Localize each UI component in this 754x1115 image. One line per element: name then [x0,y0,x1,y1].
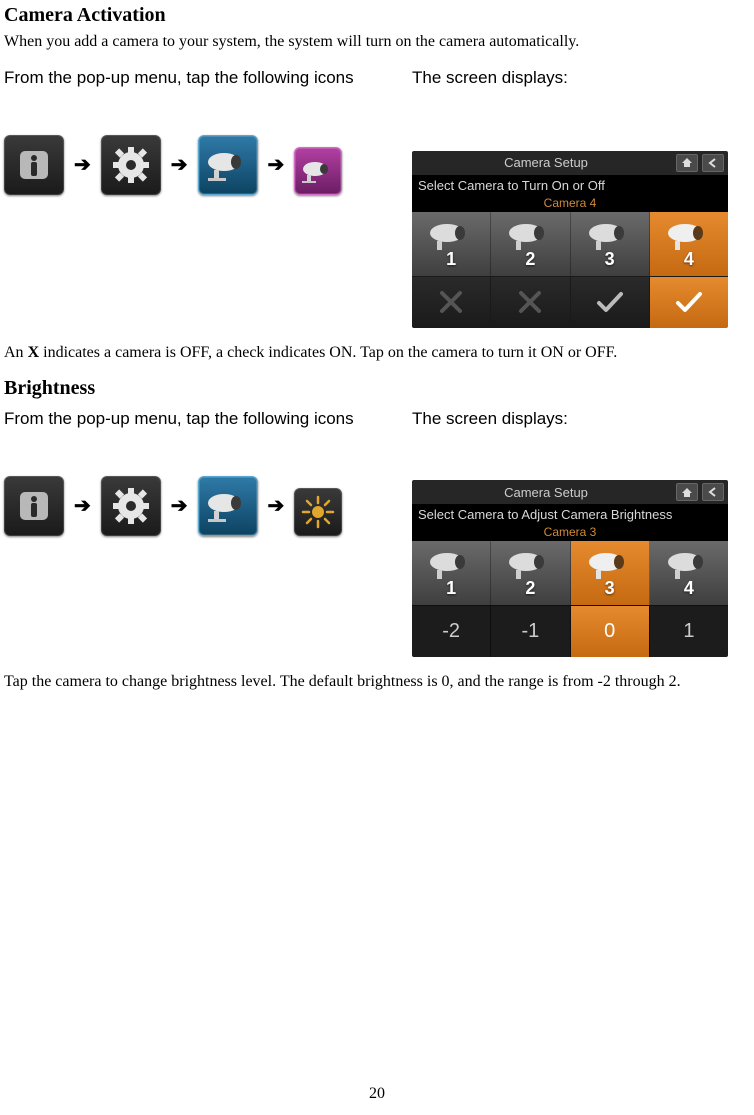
camera-icon[interactable] [198,135,258,195]
footer-brightness: Tap the camera to change brightness leve… [4,671,750,693]
selected-camera-label: Camera 3 [412,525,728,541]
back-icon[interactable] [702,154,724,172]
caption-right-activation: The screen displays: [412,67,732,89]
camera-tile-3[interactable]: 3 [571,541,650,605]
camera-number: 4 [684,249,694,270]
heading-brightness: Brightness [4,377,750,400]
intro-camera-activation: When you add a camera to your system, th… [4,31,750,53]
home-icon[interactable] [676,483,698,501]
home-icon[interactable] [676,154,698,172]
panel-subtitle: Select Camera to Adjust Camera Brightnes… [412,504,728,525]
icon-sequence-brightness: ➔ ➔ ➔ [4,476,384,536]
state-off-1[interactable] [412,276,491,328]
panel-camera-activation: Camera Setup Select Camera to Turn On or… [412,151,728,328]
info-icon[interactable] [4,476,64,536]
camera-icon[interactable] [198,476,258,536]
arrow-icon: ➔ [171,152,188,177]
panel-subtitle: Select Camera to Turn On or Off [412,175,728,196]
brightness-value-selected[interactable]: 0 [571,605,650,657]
arrow-icon: ➔ [268,493,285,518]
heading-camera-activation: Camera Activation [4,4,750,27]
arrow-icon: ➔ [74,493,91,518]
camera-number: 3 [605,249,615,270]
panel-title: Camera Setup [416,485,676,500]
gear-icon[interactable] [101,476,161,536]
camera-number: 1 [446,578,456,599]
camera-tile-1[interactable]: 1 [412,212,491,276]
footer-camera-activation: An X indicates a camera is OFF, a check … [4,342,750,364]
camera-tile-3[interactable]: 3 [571,212,650,276]
page-number: 20 [0,1085,754,1103]
info-icon[interactable] [4,135,64,195]
camera-tile-4[interactable]: 4 [650,212,728,276]
camera-number: 4 [684,578,694,599]
caption-right-brightness: The screen displays: [412,408,732,430]
back-icon[interactable] [702,483,724,501]
figure-activation: From the pop-up menu, tap the following … [4,67,750,328]
camera-tile-2[interactable]: 2 [491,541,570,605]
state-on-4[interactable] [650,276,728,328]
selected-camera-label: Camera 4 [412,196,728,212]
camera-number: 2 [525,578,535,599]
arrow-icon: ➔ [171,493,188,518]
caption-left-activation: From the pop-up menu, tap the following … [4,67,384,89]
caption-left-brightness: From the pop-up menu, tap the following … [4,408,384,430]
camera-tile-1[interactable]: 1 [412,541,491,605]
brightness-value[interactable]: -1 [491,605,570,657]
arrow-icon: ➔ [74,152,91,177]
state-off-2[interactable] [491,276,570,328]
brightness-icon[interactable] [294,488,342,536]
gear-icon[interactable] [101,135,161,195]
camera-number: 2 [525,249,535,270]
brightness-value[interactable]: 1 [650,605,728,657]
panel-brightness: Camera Setup Select Camera to Adjust Cam… [412,480,728,657]
camera-tile-4[interactable]: 4 [650,541,728,605]
state-on-3[interactable] [571,276,650,328]
camera-number: 3 [605,578,615,599]
camera-tile-2[interactable]: 2 [491,212,570,276]
camera-small-icon[interactable] [294,147,342,195]
arrow-icon: ➔ [268,152,285,177]
brightness-value[interactable]: -2 [412,605,491,657]
figure-brightness: From the pop-up menu, tap the following … [4,408,750,657]
camera-number: 1 [446,249,456,270]
icon-sequence-activation: ➔ ➔ ➔ [4,135,384,195]
panel-title: Camera Setup [416,155,676,170]
